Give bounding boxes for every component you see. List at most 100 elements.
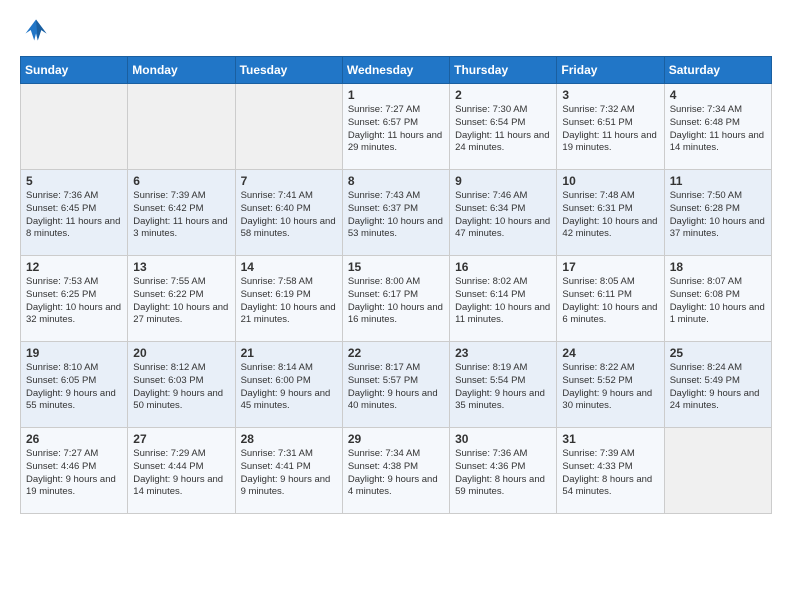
calendar-cell: 18Sunrise: 8:07 AMSunset: 6:08 PMDayligh… [664,256,771,342]
calendar-cell: 2 Sunrise: 7:30 AMSunset: 6:54 PMDaylight… [450,84,557,170]
day-number: 7 [241,174,337,188]
calendar-cell: 24Sunrise: 8:22 AMSunset: 5:52 PMDayligh… [557,342,664,428]
day-number: 5 [26,174,122,188]
calendar-cell: 6 Sunrise: 7:39 AMSunset: 6:42 PMDaylight… [128,170,235,256]
day-info: Sunrise: 8:05 AMSunset: 6:11 PMDaylight:… [562,276,658,327]
calendar-cell: 23 Sunrise: 8:19 AMSunset: 5:54 PMDayligh… [450,342,557,428]
weekday-header-tuesday: Tuesday [235,57,342,84]
day-info: Sunrise: 8:14 AMSunset: 6:00 PMDaylight:… [241,362,337,413]
logo [20,16,52,44]
calendar-cell: 19 Sunrise: 8:10 AMSunset: 6:05 PMDayligh… [21,342,128,428]
day-info: Sunrise: 7:39 AMSunset: 4:33 PMDaylight:… [562,448,658,499]
day-number: 20 [133,346,229,360]
day-number: 18 [670,260,766,274]
weekday-header-thursday: Thursday [450,57,557,84]
day-number: 12 [26,260,122,274]
calendar-cell [21,84,128,170]
day-number: 17 [562,260,658,274]
calendar-week-1: 5 Sunrise: 7:36 AMSunset: 6:45 PMDaylight… [21,170,772,256]
day-number: 9 [455,174,551,188]
calendar-cell: 14Sunrise: 7:58 AMSunset: 6:19 PMDayligh… [235,256,342,342]
calendar-body: 1Sunrise: 7:27 AMSunset: 6:57 PMDaylight… [21,84,772,514]
day-info: Sunrise: 7:32 AMSunset: 6:51 PMDaylight:… [562,104,658,155]
day-info: Sunrise: 7:30 AMSunset: 6:54 PMDaylight:… [455,104,551,155]
weekday-header-friday: Friday [557,57,664,84]
day-number: 6 [133,174,229,188]
day-info: Sunrise: 8:10 AMSunset: 6:05 PMDaylight:… [26,362,122,413]
day-info: Sunrise: 7:55 AMSunset: 6:22 PMDaylight:… [133,276,229,327]
day-info: Sunrise: 8:02 AMSunset: 6:14 PMDaylight:… [455,276,551,327]
calendar-header: SundayMondayTuesdayWednesdayThursdayFrid… [21,57,772,84]
page: SundayMondayTuesdayWednesdayThursdayFrid… [0,0,792,530]
calendar-table: SundayMondayTuesdayWednesdayThursdayFrid… [20,56,772,514]
day-info: Sunrise: 7:46 AMSunset: 6:34 PMDaylight:… [455,190,551,241]
day-number: 19 [26,346,122,360]
calendar-cell: 9 Sunrise: 7:46 AMSunset: 6:34 PMDaylight… [450,170,557,256]
day-info: Sunrise: 8:12 AMSunset: 6:03 PMDaylight:… [133,362,229,413]
calendar-cell [128,84,235,170]
day-info: Sunrise: 8:24 AMSunset: 5:49 PMDaylight:… [670,362,766,413]
calendar-cell: 29 Sunrise: 7:34 AMSunset: 4:38 PMDayligh… [342,428,449,514]
weekday-header-row: SundayMondayTuesdayWednesdayThursdayFrid… [21,57,772,84]
weekday-header-saturday: Saturday [664,57,771,84]
day-info: Sunrise: 7:27 AMSunset: 6:57 PMDaylight:… [348,104,444,155]
day-info: Sunrise: 8:19 AMSunset: 5:54 PMDaylight:… [455,362,551,413]
calendar-cell: 8Sunrise: 7:43 AMSunset: 6:37 PMDaylight… [342,170,449,256]
calendar-week-4: 26 Sunrise: 7:27 AMSunset: 4:46 PMDayligh… [21,428,772,514]
day-info: Sunrise: 7:27 AMSunset: 4:46 PMDaylight:… [26,448,122,499]
day-number: 31 [562,432,658,446]
calendar-cell [664,428,771,514]
calendar-cell: 25 Sunrise: 8:24 AMSunset: 5:49 PMDayligh… [664,342,771,428]
day-number: 13 [133,260,229,274]
calendar-cell: 11 Sunrise: 7:50 AMSunset: 6:28 PMDayligh… [664,170,771,256]
calendar-cell: 4 Sunrise: 7:34 AMSunset: 6:48 PMDaylight… [664,84,771,170]
day-info: Sunrise: 8:00 AMSunset: 6:17 PMDaylight:… [348,276,444,327]
day-number: 21 [241,346,337,360]
day-info: Sunrise: 7:39 AMSunset: 6:42 PMDaylight:… [133,190,229,241]
day-number: 30 [455,432,551,446]
day-number: 27 [133,432,229,446]
calendar-cell: 27Sunrise: 7:29 AMSunset: 4:44 PMDayligh… [128,428,235,514]
calendar-week-3: 19 Sunrise: 8:10 AMSunset: 6:05 PMDayligh… [21,342,772,428]
day-number: 28 [241,432,337,446]
day-info: Sunrise: 8:22 AMSunset: 5:52 PMDaylight:… [562,362,658,413]
day-info: Sunrise: 7:53 AMSunset: 6:25 PMDaylight:… [26,276,122,327]
calendar-cell: 1Sunrise: 7:27 AMSunset: 6:57 PMDaylight… [342,84,449,170]
day-info: Sunrise: 7:48 AMSunset: 6:31 PMDaylight:… [562,190,658,241]
calendar-cell: 10 Sunrise: 7:48 AMSunset: 6:31 PMDayligh… [557,170,664,256]
calendar-cell: 16 Sunrise: 8:02 AMSunset: 6:14 PMDayligh… [450,256,557,342]
day-number: 26 [26,432,122,446]
day-info: Sunrise: 7:34 AMSunset: 4:38 PMDaylight:… [348,448,444,499]
calendar-cell: 5 Sunrise: 7:36 AMSunset: 6:45 PMDaylight… [21,170,128,256]
day-info: Sunrise: 7:36 AMSunset: 4:36 PMDaylight:… [455,448,551,499]
calendar-cell: 3 Sunrise: 7:32 AMSunset: 6:51 PMDaylight… [557,84,664,170]
calendar-cell: 12 Sunrise: 7:53 AMSunset: 6:25 PMDayligh… [21,256,128,342]
calendar-week-0: 1Sunrise: 7:27 AMSunset: 6:57 PMDaylight… [21,84,772,170]
calendar-cell: 30 Sunrise: 7:36 AMSunset: 4:36 PMDayligh… [450,428,557,514]
day-number: 22 [348,346,444,360]
calendar-cell: 17 Sunrise: 8:05 AMSunset: 6:11 PMDayligh… [557,256,664,342]
day-number: 3 [562,88,658,102]
day-info: Sunrise: 8:17 AMSunset: 5:57 PMDaylight:… [348,362,444,413]
weekday-header-wednesday: Wednesday [342,57,449,84]
day-info: Sunrise: 7:31 AMSunset: 4:41 PMDaylight:… [241,448,337,499]
day-number: 4 [670,88,766,102]
calendar-cell: 21 Sunrise: 8:14 AMSunset: 6:00 PMDayligh… [235,342,342,428]
calendar-cell: 13 Sunrise: 7:55 AMSunset: 6:22 PMDayligh… [128,256,235,342]
calendar-week-2: 12 Sunrise: 7:53 AMSunset: 6:25 PMDayligh… [21,256,772,342]
day-number: 14 [241,260,337,274]
day-number: 23 [455,346,551,360]
day-number: 16 [455,260,551,274]
calendar-cell: 7Sunrise: 7:41 AMSunset: 6:40 PMDaylight… [235,170,342,256]
day-info: Sunrise: 7:34 AMSunset: 6:48 PMDaylight:… [670,104,766,155]
day-number: 29 [348,432,444,446]
calendar-cell: 31 Sunrise: 7:39 AMSunset: 4:33 PMDayligh… [557,428,664,514]
day-info: Sunrise: 7:50 AMSunset: 6:28 PMDaylight:… [670,190,766,241]
day-number: 10 [562,174,658,188]
header [20,16,772,44]
day-info: Sunrise: 7:36 AMSunset: 6:45 PMDaylight:… [26,190,122,241]
day-number: 2 [455,88,551,102]
calendar-cell: 20 Sunrise: 8:12 AMSunset: 6:03 PMDayligh… [128,342,235,428]
day-number: 11 [670,174,766,188]
day-number: 25 [670,346,766,360]
